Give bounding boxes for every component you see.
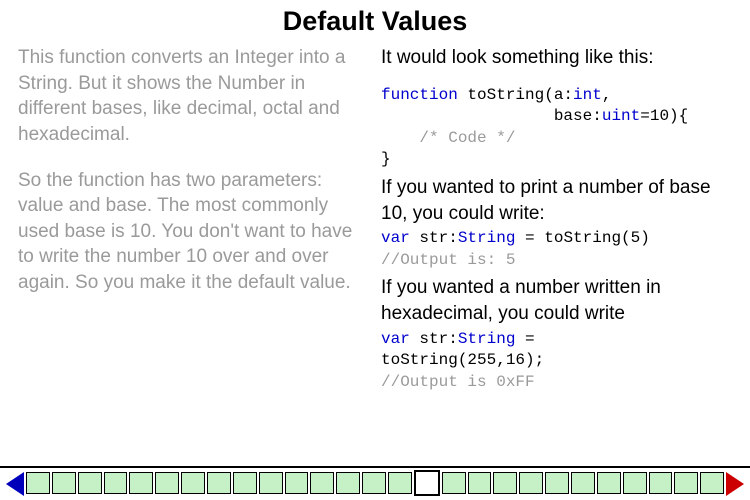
code-block-3: var str:String = toString(255,16); //Out… [381,329,732,394]
keyword-function: function [381,86,458,104]
code-comment: /* Code */ [419,129,515,147]
nav-box[interactable] [519,472,543,494]
nav-box[interactable] [414,470,440,496]
nav-box[interactable] [233,472,257,494]
nav-box[interactable] [597,472,621,494]
code-text: = toString(5) [515,229,649,247]
type-uint: uint [602,107,640,125]
nav-box[interactable] [26,472,50,494]
nav-box[interactable] [310,472,334,494]
content-area: This function converts an Integer into a… [0,45,750,466]
nav-box[interactable] [155,472,179,494]
code-text [381,129,419,147]
nav-box[interactable] [259,472,283,494]
code-comment: //Output is 0xFF [381,373,535,391]
code-block-1: function toString(a:int, base:uint=10){ … [381,85,732,171]
intro-paragraph-2: So the function has two parameters: valu… [18,168,369,296]
code-text: } [381,150,391,168]
code-text: toString(255,16); [381,351,544,369]
slide: Default Values This function converts an… [0,0,750,500]
mid-text-1: If you wanted to print a number of base … [381,175,732,226]
nav-box[interactable] [623,472,647,494]
mid-text-2: If you wanted a number written in hexade… [381,275,732,326]
nav-box[interactable] [52,472,76,494]
next-arrow-icon[interactable] [726,472,744,496]
lead-text: It would look something like this: [381,45,732,71]
nav-box[interactable] [674,472,698,494]
type-string: String [458,229,516,247]
nav-box[interactable] [129,472,153,494]
nav-box[interactable] [545,472,569,494]
type-string: String [458,330,516,348]
nav-box[interactable] [468,472,492,494]
nav-box[interactable] [207,472,231,494]
code-text: = [515,330,534,348]
prev-arrow-icon[interactable] [6,472,24,496]
code-text: base: [381,107,602,125]
slide-nav [0,466,750,500]
nav-box[interactable] [388,472,412,494]
nav-box[interactable] [104,472,128,494]
nav-box[interactable] [700,472,724,494]
nav-box[interactable] [493,472,517,494]
nav-box[interactable] [649,472,673,494]
left-column: This function converts an Integer into a… [18,45,369,466]
nav-box[interactable] [285,472,309,494]
nav-box[interactable] [181,472,205,494]
nav-box[interactable] [442,472,466,494]
intro-paragraph-1: This function converts an Integer into a… [18,45,369,148]
code-text: , [602,86,612,104]
nav-box[interactable] [362,472,386,494]
keyword-var: var [381,330,410,348]
keyword-var: var [381,229,410,247]
nav-box[interactable] [571,472,595,494]
type-int: int [573,86,602,104]
code-comment: //Output is: 5 [381,251,515,269]
code-text: str: [410,229,458,247]
code-block-2: var str:String = toString(5) //Output is… [381,228,732,271]
page-title: Default Values [0,0,750,45]
code-text: =10){ [640,107,688,125]
code-text: toString(a: [458,86,573,104]
nav-boxes [26,472,724,496]
nav-box[interactable] [336,472,360,494]
nav-box[interactable] [78,472,102,494]
right-column: It would look something like this: funct… [381,45,732,466]
code-text: str: [410,330,458,348]
